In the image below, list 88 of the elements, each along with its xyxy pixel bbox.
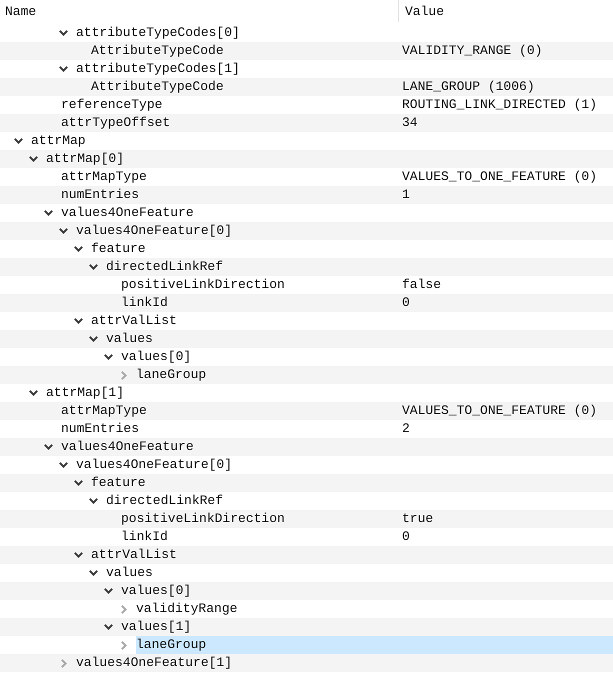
- chevron-down-icon[interactable]: [59, 30, 68, 36]
- chevron-down-icon[interactable]: [89, 336, 98, 342]
- node-name: directedLinkRef: [106, 258, 224, 276]
- tree-row[interactable]: AttributeTypeCode VALIDITY_RANGE (0): [0, 42, 613, 60]
- node-name: values[1]: [121, 618, 192, 636]
- node-name: numEntries: [61, 420, 140, 438]
- node-name: laneGroup: [136, 366, 206, 384]
- node-name: values4OneFeature[1]: [76, 654, 232, 672]
- node-value: ROUTING_LINK_DIRECTED (1): [402, 96, 598, 114]
- node-name: feature: [91, 474, 146, 492]
- chevron-down-icon[interactable]: [89, 264, 98, 270]
- node-name: feature: [91, 240, 146, 258]
- node-name: numEntries: [61, 186, 140, 204]
- node-value: 2: [402, 420, 410, 438]
- tree-row[interactable]: feature: [0, 474, 613, 492]
- chevron-down-icon[interactable]: [104, 624, 113, 630]
- tree-row[interactable]: attrMap[0]: [0, 150, 613, 168]
- node-name: validityRange: [136, 600, 238, 618]
- node-value: true: [402, 510, 434, 528]
- chevron-down-icon[interactable]: [74, 552, 83, 558]
- tree-row[interactable]: directedLinkRef: [0, 258, 613, 276]
- tree-row[interactable]: positiveLinkDirection true: [0, 510, 613, 528]
- node-value: 1: [402, 186, 410, 204]
- node-value: VALIDITY_RANGE (0): [402, 42, 542, 60]
- node-name: linkId: [121, 528, 168, 546]
- tree-row[interactable]: values[1]: [0, 618, 613, 636]
- node-name: values[0]: [121, 582, 192, 600]
- node-value: LANE_GROUP (1006): [402, 78, 535, 96]
- tree-row[interactable]: values[0]: [0, 582, 613, 600]
- node-name: values4OneFeature[0]: [76, 456, 232, 474]
- node-name: directedLinkRef: [106, 492, 224, 510]
- chevron-down-icon[interactable]: [89, 570, 98, 576]
- chevron-down-icon[interactable]: [44, 210, 53, 216]
- node-name: linkId: [121, 294, 168, 312]
- chevron-down-icon[interactable]: [74, 318, 83, 324]
- node-name: attrTypeOffset: [61, 114, 170, 132]
- node-name: attrMap[0]: [46, 150, 124, 168]
- tree-row[interactable]: attrMapType VALUES_TO_ONE_FEATURE (0): [0, 402, 613, 420]
- chevron-down-icon[interactable]: [44, 444, 53, 450]
- tree-row[interactable]: attrValList: [0, 546, 613, 564]
- node-name: attrValList: [91, 546, 177, 564]
- node-name: values4OneFeature: [61, 438, 194, 456]
- tree-row[interactable]: numEntries 1: [0, 186, 613, 204]
- tree-row[interactable]: values4OneFeature[1]: [0, 654, 613, 672]
- node-name: values[0]: [121, 348, 192, 366]
- node-value: VALUES_TO_ONE_FEATURE (0): [402, 168, 598, 186]
- tree-row[interactable]: values4OneFeature[0]: [0, 222, 613, 240]
- chevron-down-icon[interactable]: [29, 390, 38, 396]
- chevron-down-icon[interactable]: [59, 228, 68, 234]
- node-name: positiveLinkDirection: [121, 276, 285, 294]
- node-name: values4OneFeature: [61, 204, 194, 222]
- node-name: attrValList: [91, 312, 177, 330]
- node-name: attributeTypeCodes[0]: [76, 24, 240, 42]
- chevron-down-icon[interactable]: [14, 138, 23, 144]
- node-name: attrMapType: [61, 168, 147, 186]
- node-name: attrMapType: [61, 402, 147, 420]
- tree-row[interactable]: linkId 0: [0, 294, 613, 312]
- chevron-down-icon[interactable]: [59, 462, 68, 468]
- node-name: AttributeTypeCode: [91, 42, 224, 60]
- node-name: AttributeTypeCode: [91, 78, 224, 96]
- node-name: attrMap: [31, 132, 86, 150]
- tree-row[interactable]: values: [0, 330, 613, 348]
- node-value: 34: [402, 114, 418, 132]
- node-value: VALUES_TO_ONE_FEATURE (0): [402, 402, 598, 420]
- tree-row[interactable]: values4OneFeature: [0, 438, 613, 456]
- node-name: values: [106, 330, 153, 348]
- column-header[interactable]: Value: [405, 3, 444, 21]
- tree-row[interactable]: attrTypeOffset 34: [0, 114, 613, 132]
- chevron-down-icon[interactable]: [104, 354, 113, 360]
- chevron-down-icon[interactable]: [59, 66, 68, 72]
- node-name: attrMap[1]: [46, 384, 124, 402]
- node-name: laneGroup: [136, 636, 206, 654]
- chevron-down-icon[interactable]: [89, 498, 98, 504]
- node-name: attributeTypeCodes[1]: [76, 60, 240, 78]
- node-value: false: [402, 276, 442, 294]
- node-name: values: [106, 564, 153, 582]
- chevron-down-icon[interactable]: [104, 588, 113, 594]
- tree-row[interactable]: laneGroup: [0, 366, 613, 384]
- node-name: values4OneFeature[0]: [76, 222, 232, 240]
- node-name: referenceType: [61, 96, 162, 114]
- node-value: 0: [402, 294, 410, 312]
- node-name: positiveLinkDirection: [121, 510, 285, 528]
- column-header[interactable]: Name: [5, 3, 36, 21]
- node-value: 0: [402, 528, 410, 546]
- tree-row[interactable]: AttributeTypeCode LANE_GROUP (1006): [0, 78, 613, 96]
- chevron-down-icon[interactable]: [74, 246, 83, 252]
- chevron-down-icon[interactable]: [29, 156, 38, 162]
- chevron-down-icon[interactable]: [74, 480, 83, 486]
